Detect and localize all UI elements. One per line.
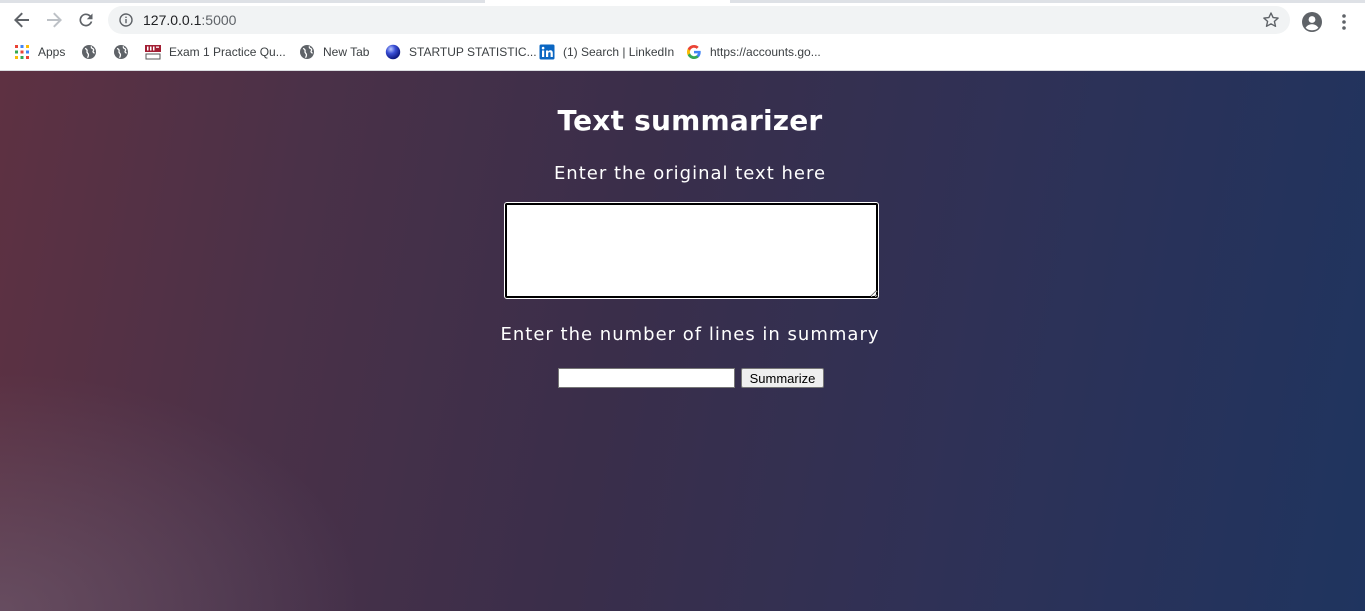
bookmark-globe-2[interactable] bbox=[113, 43, 137, 61]
original-text-input[interactable] bbox=[504, 202, 879, 299]
reload-button[interactable] bbox=[74, 8, 98, 32]
bookmark-apps[interactable]: Apps bbox=[14, 43, 65, 61]
url-host: 127.0.0.1 bbox=[143, 12, 202, 28]
apps-grid-icon bbox=[15, 45, 29, 59]
bookmark-startup-statistics[interactable]: STARTUP STATISTIC... bbox=[385, 43, 537, 61]
bookmark-label: (1) Search | LinkedIn bbox=[563, 45, 675, 59]
blue-sphere-icon bbox=[385, 44, 401, 60]
forward-button[interactable] bbox=[42, 8, 66, 32]
bookmark-label: https://accounts.go... bbox=[710, 45, 821, 59]
url-port: :5000 bbox=[201, 12, 237, 28]
browser-chrome: 127.0.0.1:5000 Apps Exam 1 Practice Qu..… bbox=[0, 0, 1365, 71]
bookmark-label: STARTUP STATISTIC... bbox=[409, 45, 537, 59]
summarize-button[interactable]: Summarize bbox=[741, 368, 824, 388]
profile-avatar-icon[interactable] bbox=[1301, 11, 1323, 33]
globe-icon bbox=[114, 45, 128, 59]
address-bar[interactable]: 127.0.0.1:5000 bbox=[108, 6, 1290, 34]
bookmark-star-icon[interactable] bbox=[1262, 11, 1280, 29]
bookmark-google-accounts[interactable]: https://accounts.go... bbox=[686, 43, 821, 61]
bookmark-globe-1[interactable] bbox=[81, 43, 105, 61]
globe-icon bbox=[300, 45, 314, 59]
bookmark-new-tab[interactable]: New Tab bbox=[299, 43, 369, 61]
url-text[interactable]: 127.0.0.1:5000 bbox=[143, 12, 236, 28]
globe-icon bbox=[82, 45, 96, 59]
kebab-menu-icon[interactable] bbox=[1336, 12, 1352, 32]
back-button[interactable] bbox=[10, 8, 34, 32]
summary-lines-input[interactable] bbox=[558, 368, 735, 388]
info-icon[interactable] bbox=[119, 13, 133, 27]
reload-icon bbox=[79, 13, 93, 27]
arrow-left-icon bbox=[14, 12, 29, 28]
linkedin-icon bbox=[539, 44, 555, 60]
page-title: Text summarizer bbox=[557, 104, 823, 137]
browser-toolbar: 127.0.0.1:5000 bbox=[0, 3, 1365, 37]
bookmark-label: New Tab bbox=[323, 45, 370, 59]
arrow-right-icon bbox=[47, 12, 62, 28]
summary-lines-label: Enter the number of lines in summary bbox=[500, 324, 880, 345]
bookmark-linkedin[interactable]: (1) Search | LinkedIn bbox=[539, 43, 674, 61]
google-icon bbox=[687, 45, 701, 59]
bookmarks-bar: Apps Exam 1 Practice Qu... New Tab START… bbox=[0, 39, 1365, 65]
bookmark-exam-practice[interactable]: Exam 1 Practice Qu... bbox=[145, 43, 286, 61]
bookmark-label: Apps bbox=[38, 45, 66, 59]
mit-ocw-icon bbox=[145, 44, 161, 60]
page-content: Text summarizer Enter the original text … bbox=[0, 71, 1365, 611]
original-text-label: Enter the original text here bbox=[553, 163, 827, 184]
bookmark-label: Exam 1 Practice Qu... bbox=[169, 45, 286, 59]
